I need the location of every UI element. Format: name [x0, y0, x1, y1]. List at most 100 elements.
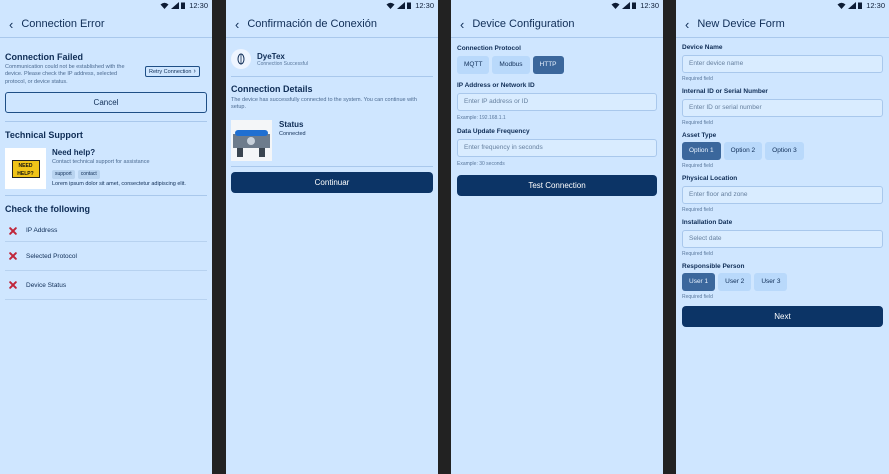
retry-label: Retry Connection — [149, 68, 192, 75]
cellular-icon — [848, 2, 857, 9]
user-option-1[interactable]: User 1 — [682, 273, 716, 291]
install-date-picker[interactable]: Select date — [682, 230, 883, 248]
cancel-button[interactable]: Cancel — [5, 92, 207, 114]
user-option-2[interactable]: User 2 — [718, 273, 752, 291]
responsible-selector: User 1 User 2 User 3 — [682, 273, 883, 291]
battery-icon — [407, 2, 412, 9]
wifi-icon — [611, 2, 620, 9]
device-name-label: Device Name — [682, 44, 723, 51]
cellular-icon — [171, 2, 180, 9]
back-arrow-icon[interactable]: ‹ — [460, 18, 464, 31]
battery-icon — [181, 2, 186, 9]
divider — [5, 121, 207, 123]
back-arrow-icon[interactable]: ‹ — [9, 18, 13, 31]
check-list: IP Address Selected Protocol Device Stat… — [5, 220, 207, 301]
error-x-icon — [8, 280, 18, 290]
signal-icons — [611, 2, 637, 9]
device-name: DyeTex — [257, 51, 285, 61]
frequency-input[interactable]: Enter frequency in seconds — [457, 139, 657, 157]
back-arrow-icon[interactable]: ‹ — [235, 18, 239, 31]
tag-contact[interactable]: contact — [77, 169, 100, 179]
details-text: The device has successfully connected to… — [231, 97, 417, 111]
protocol-option-http[interactable]: HTTP — [532, 56, 564, 74]
asset-option-1[interactable]: Option 1 — [682, 142, 721, 160]
serial-input[interactable]: Enter ID or serial number — [682, 99, 883, 117]
required-hint: Required field — [682, 294, 713, 300]
help-title: Need help? — [52, 148, 96, 158]
retry-connection-button[interactable]: Retry Connection › — [145, 66, 200, 77]
failed-heading: Connection Failed — [5, 52, 84, 62]
required-hint: Required field — [682, 76, 713, 82]
status-bar: 12:30 — [451, 0, 663, 11]
cellular-icon — [622, 2, 631, 9]
wifi-icon — [160, 2, 169, 9]
check-label: Device Status — [26, 281, 67, 289]
asset-option-3[interactable]: Option 3 — [765, 142, 804, 160]
serial-label: Internal ID or Serial Number — [682, 88, 768, 95]
protocol-label: Connection Protocol — [457, 45, 521, 52]
device-status: Connection Successful — [257, 60, 308, 67]
status-label: Status — [279, 119, 304, 129]
wifi-icon — [386, 2, 395, 9]
location-label: Physical Location — [682, 175, 738, 182]
frequency-label: Data Update Frequency — [457, 128, 530, 135]
protocol-option-mqtt[interactable]: MQTT — [457, 56, 490, 74]
machine-illustration — [233, 129, 270, 157]
tag-support[interactable]: support — [52, 169, 75, 179]
device-name-input[interactable]: Enter device name — [682, 55, 883, 73]
check-item: Device Status — [5, 271, 207, 301]
required-hint: Required field — [682, 251, 713, 257]
status-time: 12:30 — [415, 1, 434, 10]
divider — [231, 76, 433, 77]
next-button[interactable]: Next — [682, 306, 883, 327]
continue-button[interactable]: Continuar — [231, 171, 433, 193]
error-x-icon — [8, 226, 18, 236]
status-time: 12:30 — [189, 1, 208, 10]
help-lorem: Lorem ipsum dolor sit amet, consectetur … — [52, 180, 186, 187]
asset-option-2[interactable]: Option 2 — [723, 142, 763, 160]
required-hint: Required field — [682, 120, 713, 126]
required-hint: Required field — [682, 163, 713, 169]
location-input[interactable]: Enter floor and zone — [682, 186, 883, 204]
back-arrow-icon[interactable]: ‹ — [685, 18, 689, 31]
status-bar: 12:30 — [676, 0, 889, 11]
battery-icon — [632, 2, 637, 9]
machine-image — [231, 119, 272, 161]
responsible-label: Responsible Person — [682, 263, 745, 270]
check-item: IP Address — [5, 220, 207, 243]
check-label: Selected Protocol — [26, 252, 77, 260]
check-label: IP Address — [26, 227, 58, 235]
device-logo — [231, 49, 251, 69]
chevron-right-icon: › — [193, 68, 196, 75]
divider — [231, 165, 433, 167]
details-heading: Connection Details — [231, 84, 313, 94]
app-bar: ‹ Confirmación de Conexión — [226, 11, 438, 38]
help-subtitle: Contact technical support for assistance — [52, 159, 150, 166]
asset-type-label: Asset Type — [682, 132, 717, 139]
error-x-icon — [8, 251, 18, 261]
page-title: Device Configuration — [472, 18, 575, 30]
frequency-example: Example: 30 seconds — [457, 161, 505, 167]
app-bar: ‹ New Device Form — [676, 11, 889, 38]
support-heading: Technical Support — [5, 130, 83, 141]
help-logo: NEED HELP? — [11, 159, 40, 178]
page-title: Connection Error — [21, 18, 105, 30]
signal-icons — [837, 2, 863, 9]
ip-label: IP Address or Network ID — [457, 82, 535, 89]
leaf-icon — [237, 53, 245, 65]
cellular-icon — [397, 2, 406, 9]
app-canvas: 12:30 ‹ Connection Error Connection Fail… — [0, 0, 889, 474]
screen-connection-error: 12:30 ‹ Connection Error Connection Fail… — [0, 0, 212, 474]
test-connection-button[interactable]: Test Connection — [457, 175, 657, 196]
install-date-label: Installation Date — [682, 219, 733, 226]
protocol-option-modbus[interactable]: Modbus — [492, 56, 530, 74]
ip-example: Example: 192.168.1.1 — [457, 115, 506, 121]
ip-input[interactable]: Enter IP address or ID — [457, 93, 657, 111]
screen-device-configuration: 12:30 ‹ Device Configuration Connection … — [451, 0, 663, 474]
status-bar: 12:30 — [0, 0, 212, 11]
user-option-3[interactable]: User 3 — [754, 273, 788, 291]
status-time: 12:30 — [640, 1, 659, 10]
page-title: Confirmación de Conexión — [247, 18, 377, 30]
help-image: NEED HELP? — [5, 148, 46, 190]
check-item: Selected Protocol — [5, 242, 207, 272]
